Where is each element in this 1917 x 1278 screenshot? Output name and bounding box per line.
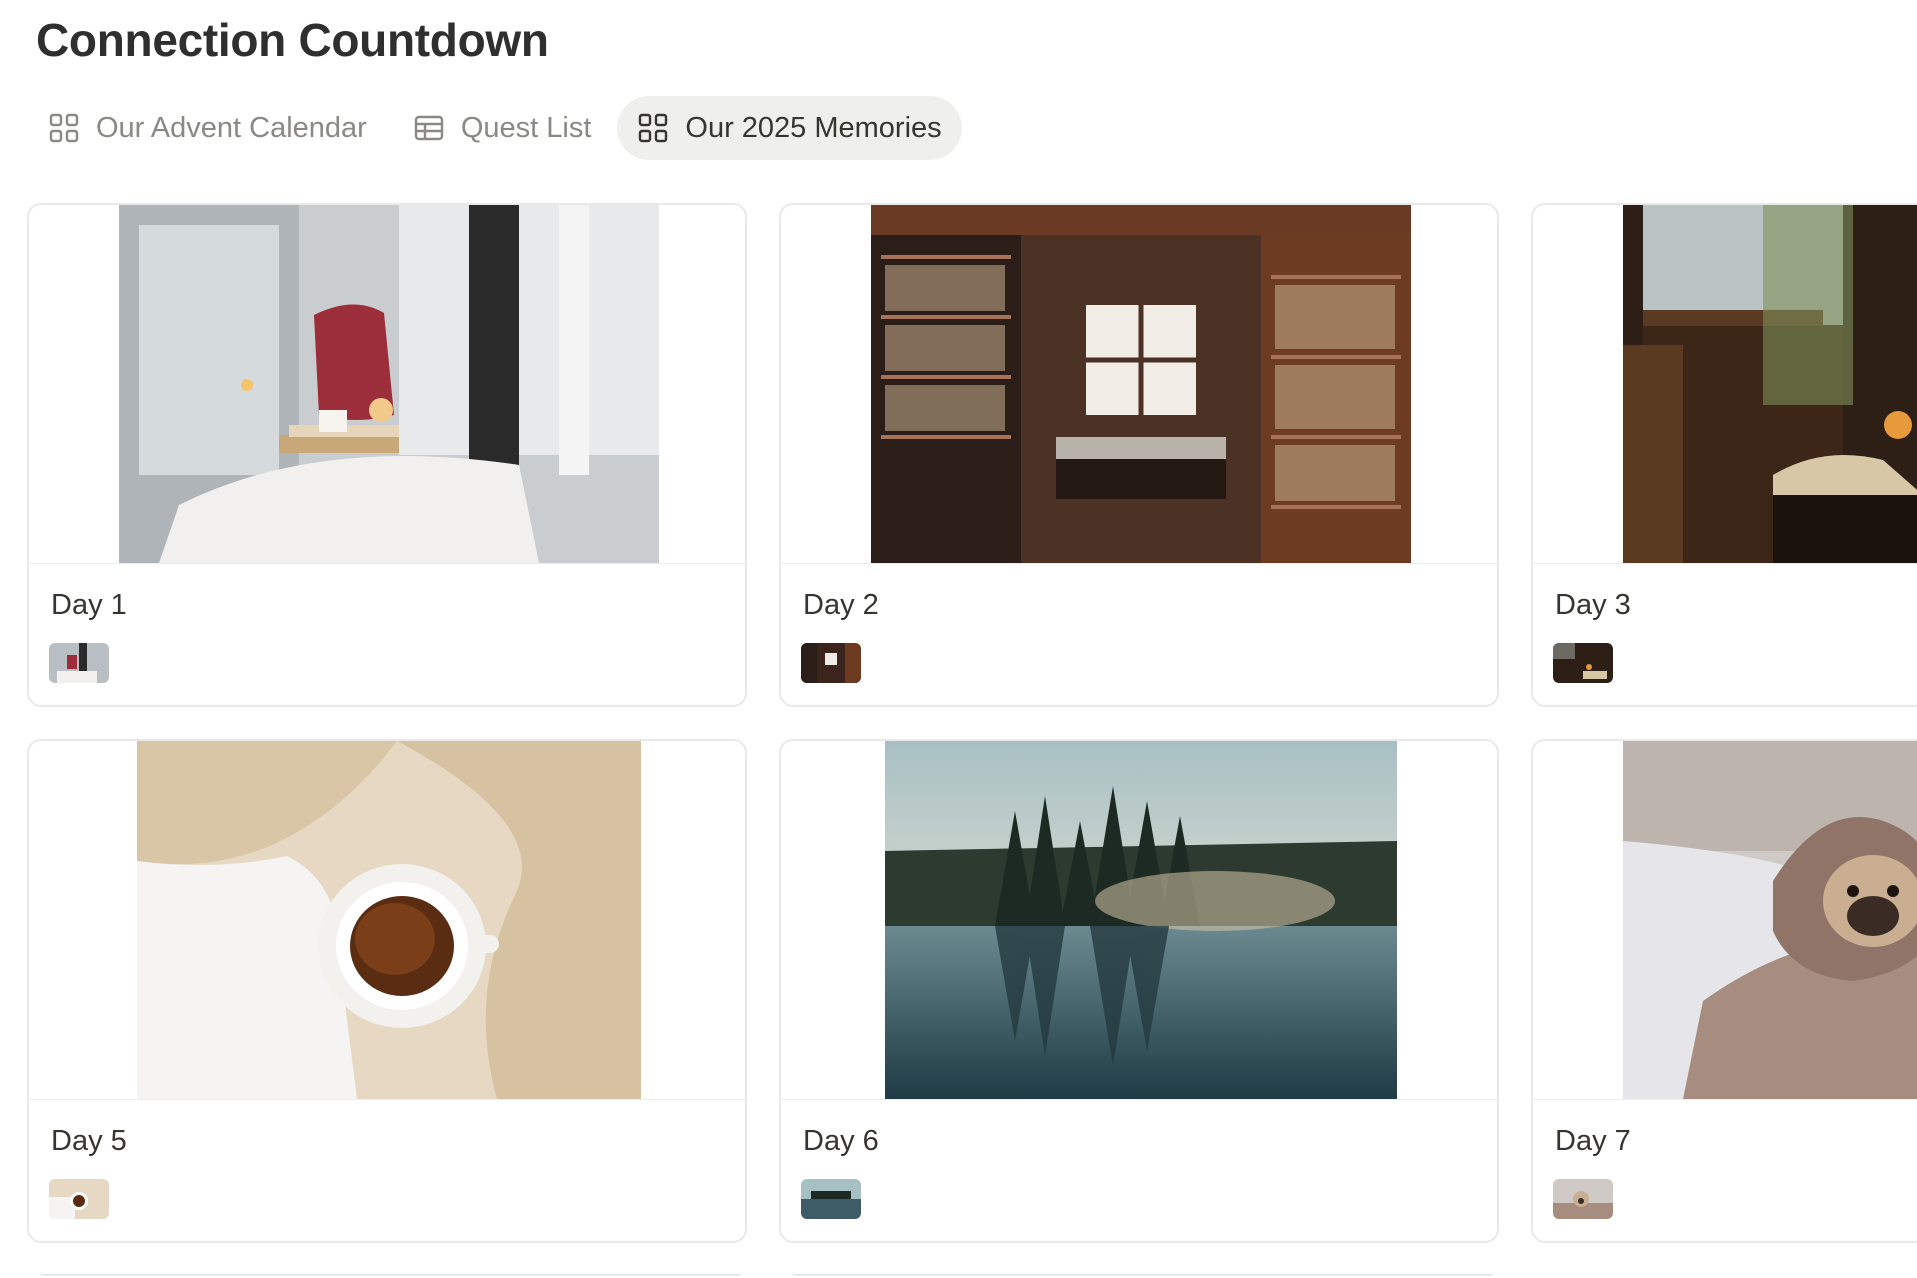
gallery-card-day-6[interactable]: Day 6 [779,739,1499,1243]
attachment-thumbnail[interactable] [801,643,861,683]
card-title: Day 6 [803,1125,879,1157]
tab-label: Our Advent Calendar [96,111,367,144]
card-title: Day 1 [51,589,127,621]
card-cover-image [29,205,745,564]
gallery-card-day-5[interactable]: Day 5 [27,739,747,1243]
card-title: Day 7 [1555,1125,1631,1157]
attachment-thumbnail[interactable] [49,1179,109,1219]
tab-quest-list[interactable]: Quest List [393,96,612,160]
view-tabs: Our Advent Calendar Quest List Our 2025 … [28,96,968,160]
tab-our-advent-calendar[interactable]: Our Advent Calendar [28,96,387,160]
tab-label: Our 2025 Memories [685,111,942,144]
gallery-card-day-7[interactable]: Day 7 [1531,739,1917,1243]
card-cover-image [29,741,745,1100]
page: Connection Countdown Our Advent Calendar [0,0,1917,1278]
card-title: Day 3 [1555,589,1631,621]
card-cover-image [781,205,1497,564]
gallery-card-day-2[interactable]: Day 2 [779,203,1499,707]
page-title: Connection Countdown [36,14,549,66]
card-cover-image [781,741,1497,1100]
tab-label: Quest List [460,111,592,144]
table-icon [413,112,445,144]
gallery-card-day-1[interactable]: Day 1 [27,203,747,707]
card-cover-image [1533,205,1917,564]
gallery-icon [637,112,669,144]
gallery-icon [48,112,80,144]
attachment-thumbnail[interactable] [49,643,109,683]
attachment-thumbnail[interactable] [1553,643,1613,683]
card-title: Day 5 [51,1125,127,1157]
gallery-card-day-3[interactable]: Day 3 [1531,203,1917,707]
attachment-thumbnail[interactable] [801,1179,861,1219]
next-row-card-edge [41,1274,741,1278]
tab-our-2025-memories[interactable]: Our 2025 Memories [617,96,962,160]
attachment-thumbnail[interactable] [1553,1179,1613,1219]
card-cover-image [1533,741,1917,1100]
next-row-card-edge [793,1274,1493,1278]
card-title: Day 2 [803,589,879,621]
